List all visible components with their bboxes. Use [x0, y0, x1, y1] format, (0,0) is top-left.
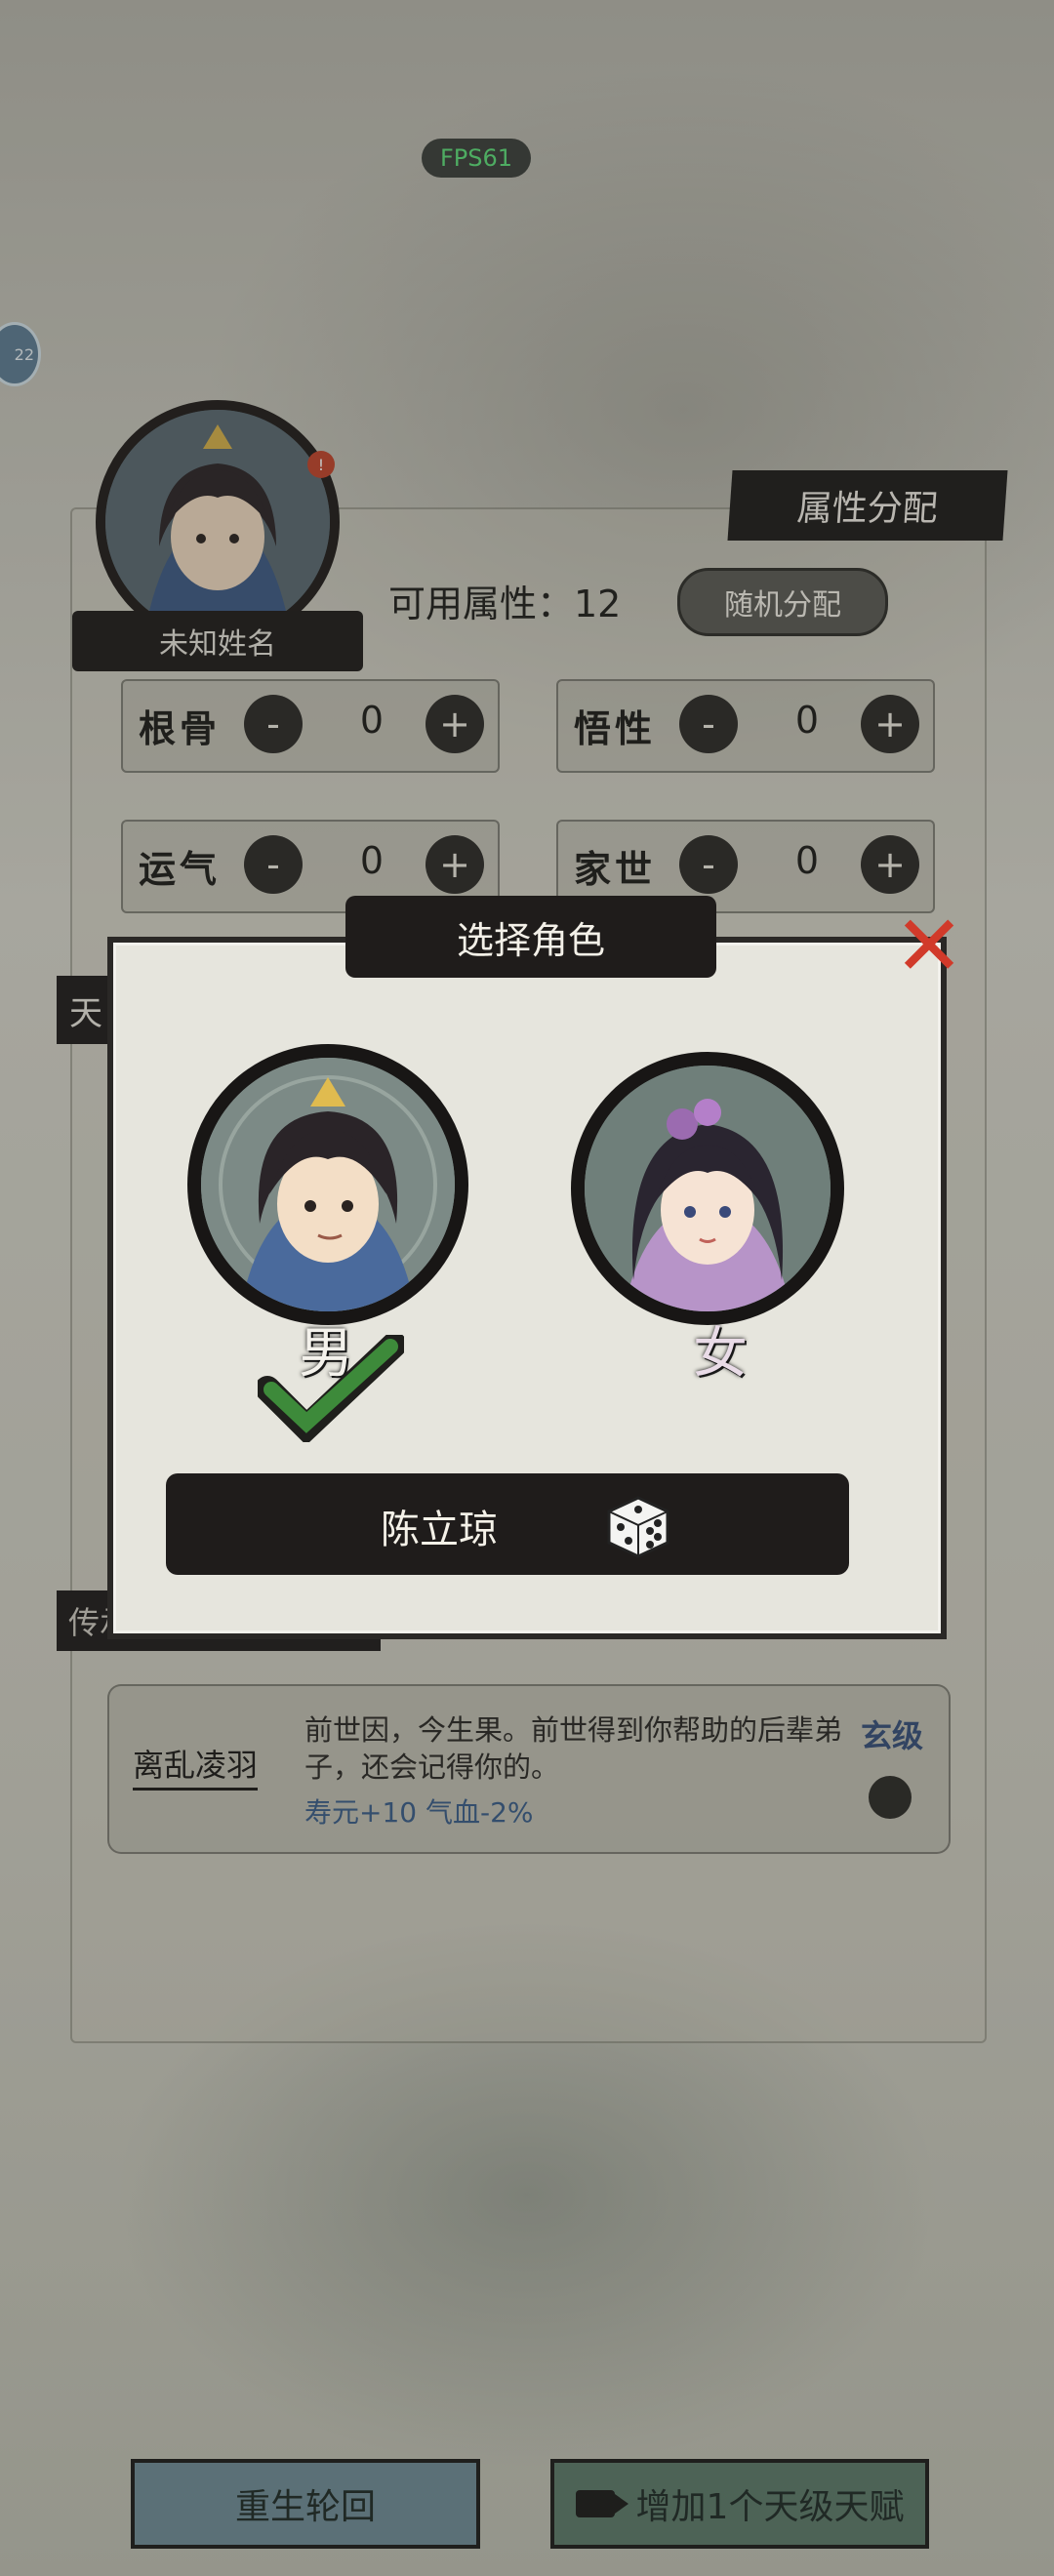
close-icon[interactable]: ✕: [890, 905, 968, 988]
dice-icon[interactable]: [601, 1488, 675, 1562]
male-avatar-option[interactable]: [187, 1044, 468, 1325]
checkmark-icon: [258, 1335, 404, 1442]
male-character-icon: [201, 1058, 455, 1311]
character-name[interactable]: 陈立琼: [381, 1498, 498, 1554]
female-avatar-option[interactable]: [571, 1052, 844, 1325]
female-label: 女: [693, 1322, 748, 1386]
name-bar: [166, 1473, 849, 1575]
dialog-title: 选择角色: [345, 896, 716, 978]
female-character-icon: [585, 1066, 831, 1311]
